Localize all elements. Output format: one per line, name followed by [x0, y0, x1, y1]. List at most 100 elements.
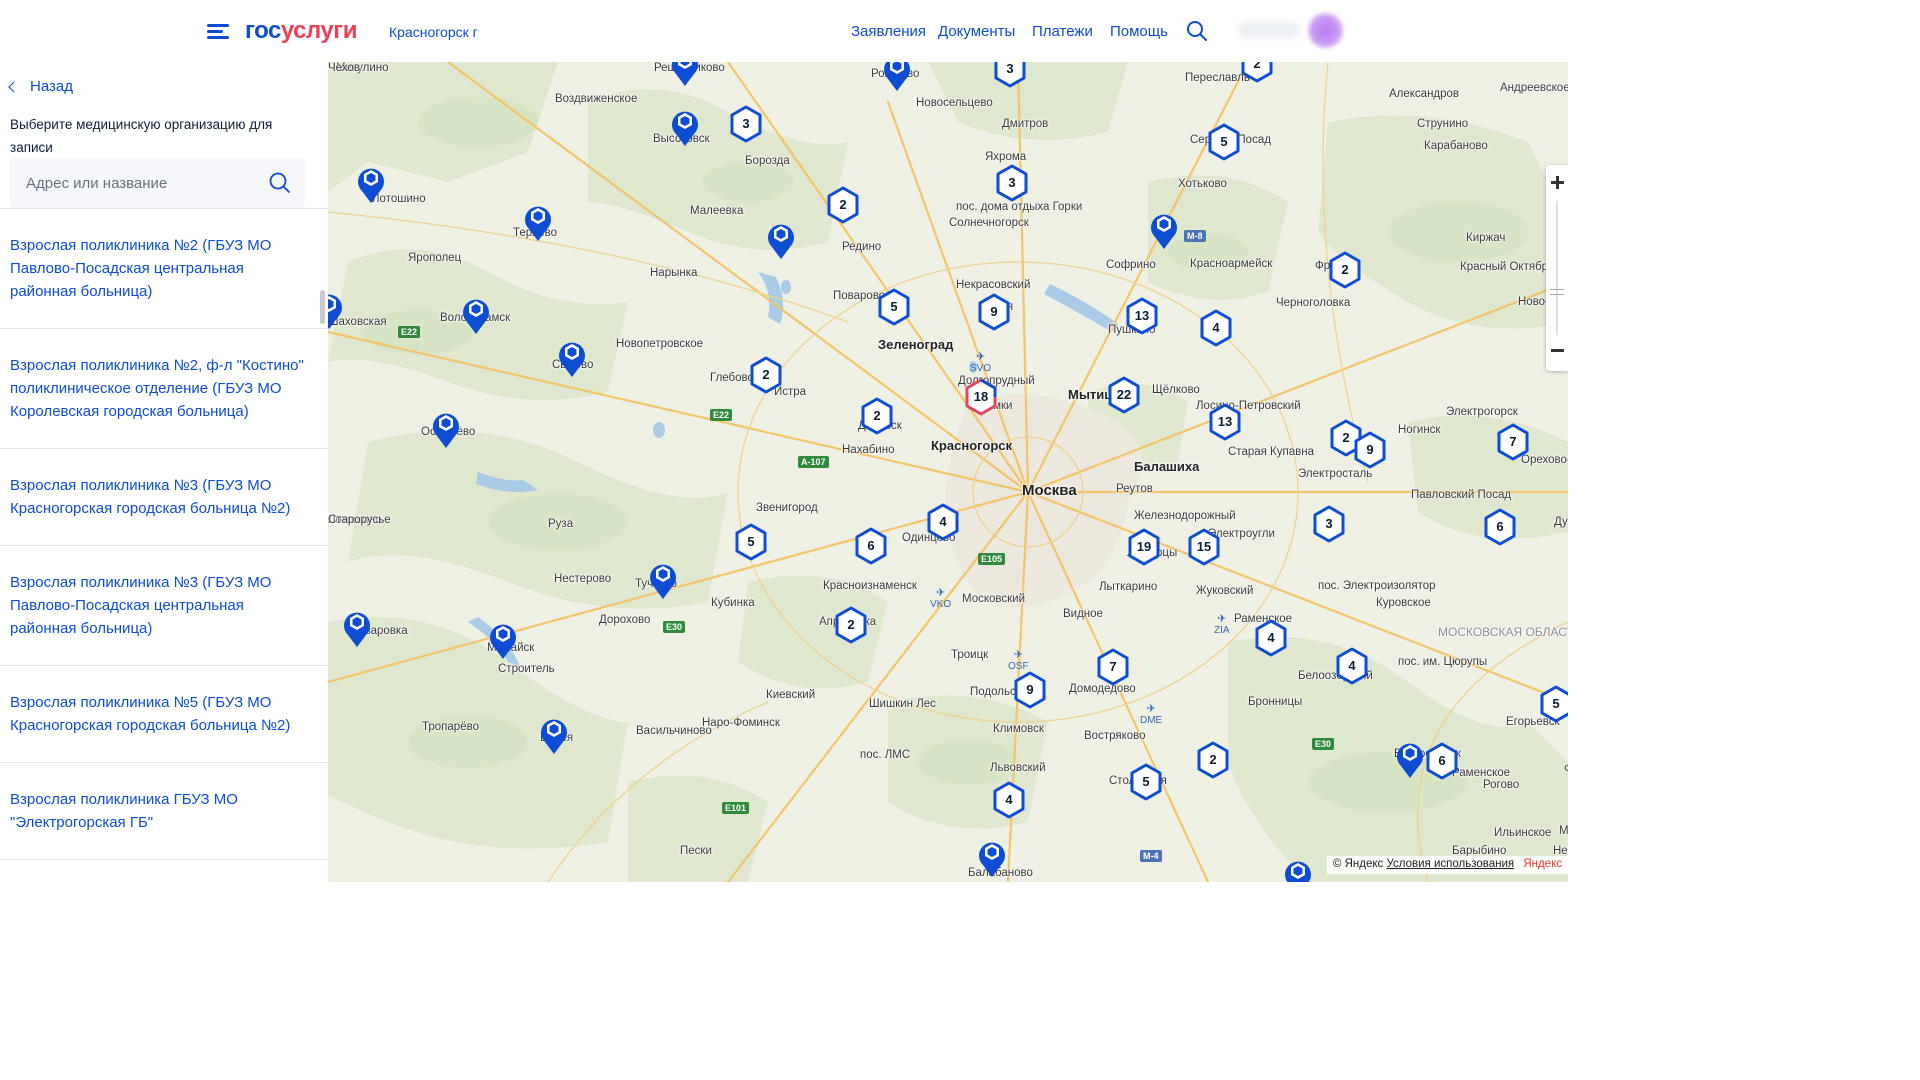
map-pin[interactable] — [649, 560, 677, 600]
map-cluster[interactable]: 13 — [1125, 297, 1159, 335]
gosuslugi-logo[interactable]: госуслуги — [245, 17, 358, 45]
map-cluster[interactable]: 22 — [1107, 376, 1141, 414]
avatar[interactable] — [1308, 13, 1343, 48]
yandex-logo[interactable]: Яндекс — [1523, 858, 1562, 870]
map-cluster[interactable]: 2 — [1328, 251, 1362, 289]
map-label: Балашиха — [1134, 459, 1200, 474]
map-pin[interactable] — [343, 608, 371, 648]
map-cluster[interactable]: 2 — [749, 356, 783, 394]
cluster-count: 2 — [839, 197, 847, 212]
cluster-count: 7 — [1509, 434, 1517, 449]
list-item[interactable]: Взрослая поликлиника №2, ф-л "Костино" п… — [0, 329, 328, 449]
map-pin[interactable] — [1396, 739, 1424, 779]
map-pin[interactable] — [671, 62, 699, 87]
zoom-slider[interactable] — [1556, 201, 1558, 335]
map-cluster[interactable]: 3 — [1312, 505, 1346, 543]
search-input[interactable] — [26, 171, 256, 195]
map-cluster[interactable]: 5 — [1207, 123, 1241, 161]
map-cluster[interactable]: 5 — [734, 523, 768, 561]
zoom-slider-handle[interactable] — [1550, 289, 1564, 295]
map-pin[interactable] — [489, 620, 517, 660]
map-cluster[interactable]: 9 — [1013, 671, 1047, 709]
map-cluster[interactable]: 7 — [1496, 423, 1530, 461]
terms-link[interactable]: Условия использования — [1386, 858, 1514, 870]
organization-name[interactable]: Взрослая поликлиника №2 (ГБУЗ МО Павлово… — [10, 234, 308, 303]
region-selector[interactable]: Красногорск г — [389, 24, 478, 40]
map-cluster[interactable]: 4 — [1335, 647, 1369, 685]
back-link[interactable]: Назад — [8, 78, 73, 95]
map-label: Куровское — [1376, 597, 1431, 609]
map-pin[interactable] — [328, 290, 343, 330]
organization-name[interactable]: Взрослая поликлиника №3 (ГБУЗ МО Красног… — [10, 474, 308, 520]
map-cluster[interactable]: 5 — [1129, 763, 1163, 801]
list-item[interactable]: Взрослая поликлиника №2 (ГБУЗ МО Павлово… — [0, 209, 328, 329]
search-icon[interactable] — [268, 171, 292, 195]
list-item[interactable]: Взрослая поликлиника ГБУЗ МО "Электрогор… — [0, 763, 328, 860]
list-item[interactable]: Взрослая поликлиника №3 (ГБУЗ МО Красног… — [0, 449, 328, 546]
map-label: Жуковский — [1196, 585, 1254, 597]
cluster-count: 5 — [1552, 696, 1560, 711]
map-pin[interactable] — [883, 62, 911, 92]
map-cluster[interactable]: 5 — [1539, 685, 1568, 723]
menu-icon[interactable] — [207, 22, 229, 40]
map-cluster[interactable]: 4 — [1254, 619, 1288, 657]
user-name-blurred[interactable] — [1238, 22, 1300, 38]
map-cluster[interactable]: 2 — [1240, 62, 1274, 83]
map-cluster[interactable]: 6 — [854, 527, 888, 565]
zoom-out-button[interactable] — [1546, 335, 1568, 365]
map-cluster[interactable]: 6 — [1425, 742, 1459, 780]
map-cluster[interactable]: 4 — [992, 781, 1026, 819]
map-pin[interactable] — [1284, 857, 1312, 882]
map-cluster[interactable]: 3 — [993, 62, 1027, 88]
map-pin[interactable] — [462, 295, 490, 335]
map-cluster[interactable]: 5 — [877, 288, 911, 326]
map-cluster[interactable]: 2 — [826, 186, 860, 224]
map-label: Московский — [962, 593, 1026, 605]
map-cluster[interactable]: 7 — [1096, 648, 1130, 686]
organization-name[interactable]: Взрослая поликлиника №3 (ГБУЗ МО Павлово… — [10, 571, 308, 640]
map-cluster[interactable]: 2 — [860, 397, 894, 435]
map-cluster[interactable]: 4 — [1199, 309, 1233, 347]
nav-applications[interactable]: Заявления — [851, 23, 926, 40]
map-pin[interactable] — [767, 220, 795, 260]
nav-help[interactable]: Помощь — [1110, 23, 1168, 40]
map-cluster[interactable]: 3 — [995, 164, 1029, 202]
map-pin[interactable] — [1150, 210, 1178, 250]
map-cluster[interactable]: 2 — [834, 606, 868, 644]
nav-payments[interactable]: Платежи — [1032, 23, 1093, 40]
map-label: Руза — [548, 518, 574, 530]
map-cluster[interactable]: 15 — [1187, 528, 1221, 566]
cluster-count: 18 — [973, 389, 989, 404]
map-cluster[interactable]: 6 — [1483, 508, 1517, 546]
map-cluster[interactable]: 9 — [977, 293, 1011, 331]
map-pin[interactable] — [978, 838, 1006, 878]
organization-name[interactable]: Взрослая поликлиника №2, ф-л "Костино" п… — [10, 354, 308, 423]
organization-name[interactable]: Взрослая поликлиника ГБУЗ МО "Электрогор… — [10, 788, 308, 834]
map-cluster[interactable]: 2 — [1196, 741, 1230, 779]
map-label: Реутов — [1116, 483, 1153, 495]
list-item[interactable]: Взрослая поликлиника №3 (ГБУЗ МО Павлово… — [0, 546, 328, 666]
map-cluster[interactable]: 18 — [964, 378, 998, 416]
map-pin[interactable] — [540, 715, 568, 755]
list-scrollbar[interactable] — [320, 290, 325, 324]
map-pin[interactable] — [432, 409, 460, 449]
zoom-in-button[interactable] — [1546, 167, 1568, 197]
map-cluster[interactable]: 19 — [1127, 528, 1161, 566]
map-cluster[interactable]: 4 — [926, 503, 960, 541]
cluster-count: 2 — [762, 367, 770, 382]
nav-documents[interactable]: Документы — [938, 23, 1015, 40]
map-pin[interactable] — [524, 202, 552, 242]
clinics-map[interactable]: МикулиноРешетниковоРогачёвоПереславльАле… — [328, 62, 1568, 882]
map-cluster[interactable]: 13 — [1208, 403, 1242, 441]
organization-name[interactable]: Взрослая поликлиника №5 (ГБУЗ МО Красног… — [10, 691, 308, 737]
map-cluster[interactable]: 3 — [729, 105, 763, 143]
road-sign: E30 — [663, 621, 686, 633]
map-cluster[interactable]: 9 — [1353, 431, 1387, 469]
map-pin[interactable] — [558, 338, 586, 378]
map-pin[interactable] — [671, 107, 699, 147]
map-pin[interactable] — [357, 164, 385, 204]
map-label: Киржач — [1466, 232, 1506, 244]
search-icon[interactable] — [1185, 19, 1209, 43]
list-item[interactable]: Взрослая поликлиника №5 (ГБУЗ МО Красног… — [0, 666, 328, 763]
cluster-count: 4 — [1267, 630, 1275, 645]
